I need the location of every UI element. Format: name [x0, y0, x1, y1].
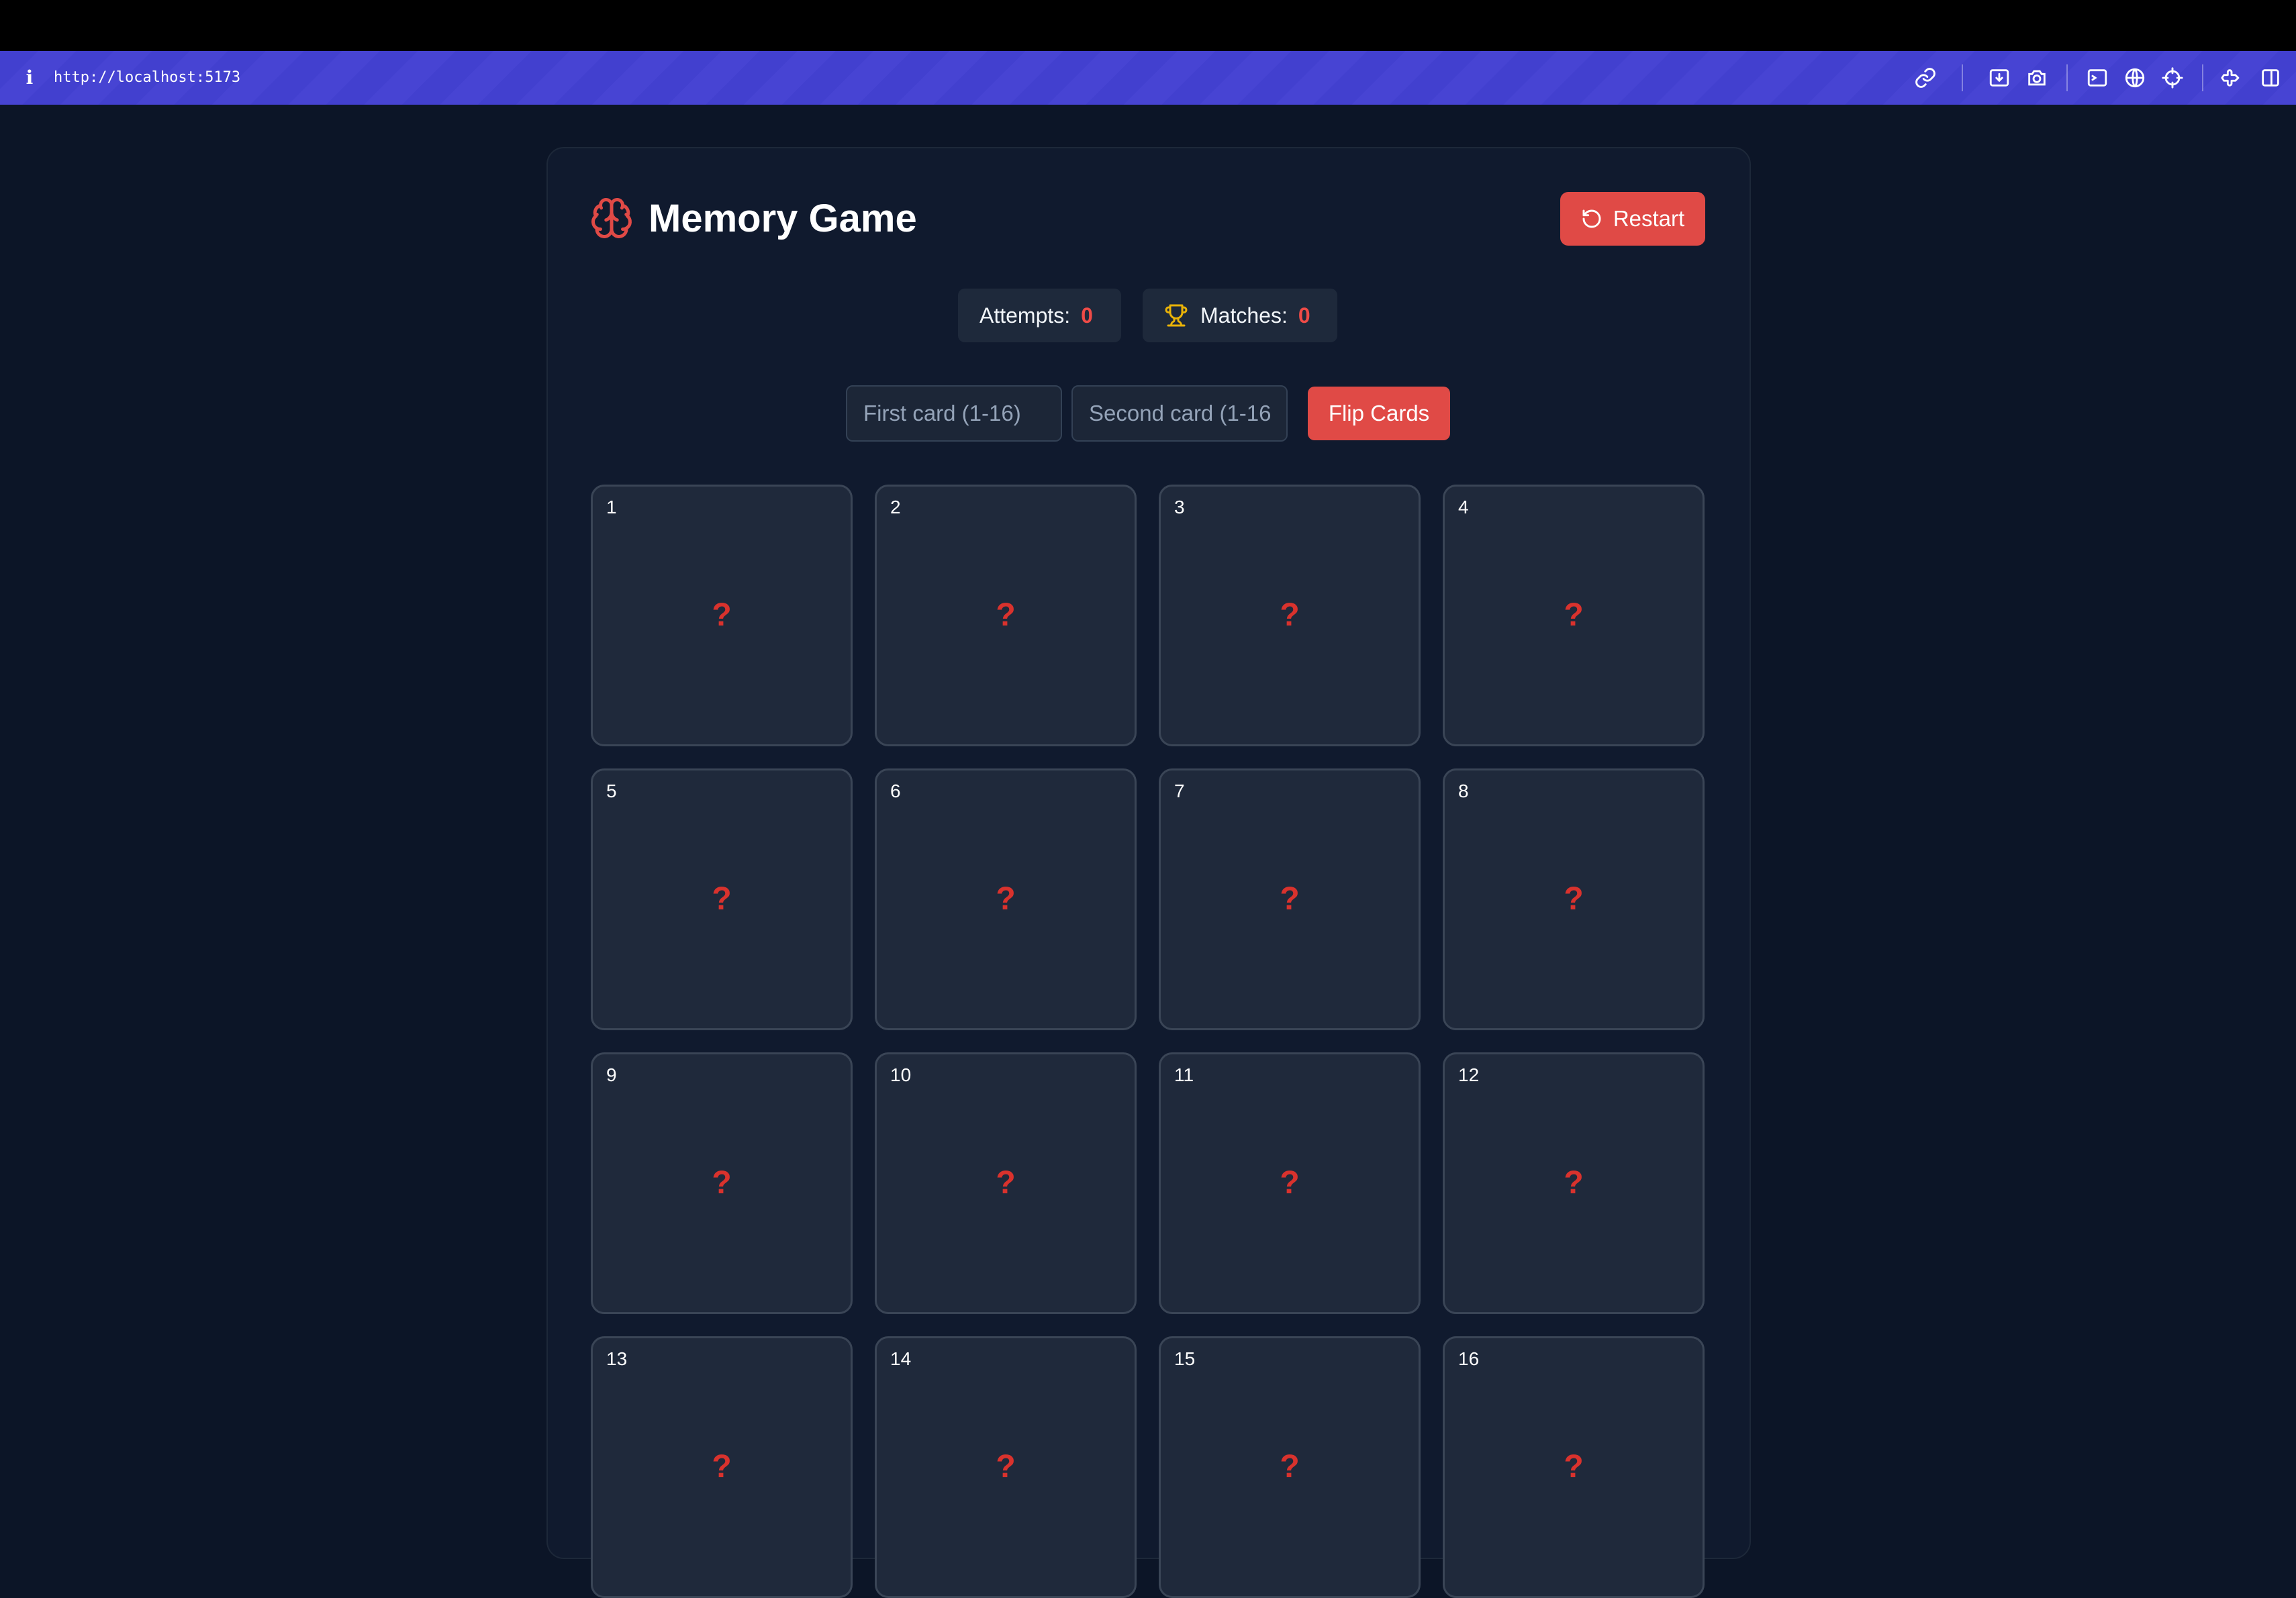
camera-icon[interactable] — [2022, 63, 2052, 93]
card-hidden-face: ? — [712, 597, 732, 633]
card-number: 7 — [1174, 781, 1185, 801]
second-card-input[interactable] — [1071, 385, 1288, 442]
card-hidden-face: ? — [996, 1449, 1016, 1485]
card-number: 11 — [1174, 1064, 1194, 1085]
card-number: 13 — [606, 1348, 628, 1369]
card-number: 16 — [1458, 1348, 1480, 1369]
flip-cards-button[interactable]: Flip Cards — [1308, 387, 1450, 440]
card-number: 2 — [890, 497, 901, 517]
browser-url-bar: i http://localhost:5173 — [0, 51, 2296, 105]
brain-icon — [589, 196, 634, 240]
restart-icon — [1582, 209, 1601, 228]
card-number: 8 — [1458, 781, 1469, 801]
card-hidden-face: ? — [1280, 881, 1300, 917]
memory-card[interactable]: 9? — [591, 1052, 853, 1314]
page-title: Memory Game — [649, 197, 917, 240]
first-card-input[interactable] — [846, 385, 1062, 442]
matches-value: 0 — [1298, 303, 1310, 328]
terminal-icon[interactable] — [2083, 63, 2112, 93]
card-hidden-face: ? — [996, 597, 1016, 633]
restart-label: Restart — [1613, 206, 1685, 231]
card-number: 4 — [1458, 497, 1469, 517]
toolbar-divider — [2202, 64, 2203, 91]
memory-card[interactable]: 11? — [1159, 1052, 1421, 1314]
toolbar-divider — [1962, 64, 1963, 91]
card-hidden-face: ? — [712, 1165, 732, 1201]
matches-label: Matches: — [1200, 303, 1288, 328]
attempts-label: Attempts: — [979, 303, 1071, 328]
card-number: 14 — [890, 1348, 912, 1369]
card-hidden-face: ? — [712, 1449, 732, 1485]
memory-card[interactable]: 1? — [591, 485, 853, 746]
card-hidden-face: ? — [1564, 881, 1584, 917]
card-hidden-face: ? — [1564, 1449, 1584, 1485]
attempts-value: 0 — [1081, 303, 1093, 328]
memory-card[interactable]: 2? — [875, 485, 1137, 746]
memory-card[interactable]: 7? — [1159, 768, 1421, 1030]
card-number: 1 — [606, 497, 617, 517]
memory-card[interactable]: 16? — [1443, 1336, 1705, 1598]
card-number: 6 — [890, 781, 901, 801]
card-hidden-face: ? — [996, 881, 1016, 917]
matches-stat: Matches: 0 — [1143, 289, 1337, 342]
card-number: 9 — [606, 1064, 617, 1085]
card-hidden-face: ? — [1280, 597, 1300, 633]
info-icon[interactable]: i — [23, 67, 36, 89]
download-icon[interactable] — [1984, 63, 2014, 93]
memory-card[interactable]: 15? — [1159, 1336, 1421, 1598]
link-icon[interactable] — [1911, 63, 1940, 93]
trophy-icon — [1165, 304, 1188, 327]
card-number: 3 — [1174, 497, 1185, 517]
memory-card[interactable]: 5? — [591, 768, 853, 1030]
card-hidden-face: ? — [1564, 1165, 1584, 1201]
memory-card[interactable]: 3? — [1159, 485, 1421, 746]
memory-card[interactable]: 14? — [875, 1336, 1137, 1598]
memory-card[interactable]: 6? — [875, 768, 1137, 1030]
sidebar-icon[interactable] — [2256, 63, 2285, 93]
toolbar-divider — [2066, 64, 2068, 91]
memory-card[interactable]: 4? — [1443, 485, 1705, 746]
memory-card[interactable]: 8? — [1443, 768, 1705, 1030]
card-hidden-face: ? — [996, 1165, 1016, 1201]
card-number: 12 — [1458, 1064, 1480, 1085]
extensions-icon[interactable] — [2217, 63, 2246, 93]
globe-icon[interactable] — [2120, 63, 2150, 93]
window-top-bar — [0, 0, 2296, 51]
memory-card[interactable]: 12? — [1443, 1052, 1705, 1314]
memory-card[interactable]: 10? — [875, 1052, 1137, 1314]
restart-button[interactable]: Restart — [1560, 192, 1705, 246]
card-number: 5 — [606, 781, 617, 801]
card-number: 10 — [890, 1064, 912, 1085]
card-hidden-face: ? — [1564, 597, 1584, 633]
memory-card[interactable]: 13? — [591, 1336, 853, 1598]
url-text[interactable]: http://localhost:5173 — [54, 66, 240, 90]
card-number: 15 — [1174, 1348, 1196, 1369]
crosshair-icon[interactable] — [2158, 63, 2187, 93]
attempts-stat: Attempts: 0 — [958, 289, 1121, 342]
card-hidden-face: ? — [1280, 1449, 1300, 1485]
card-hidden-face: ? — [712, 881, 732, 917]
card-hidden-face: ? — [1280, 1165, 1300, 1201]
